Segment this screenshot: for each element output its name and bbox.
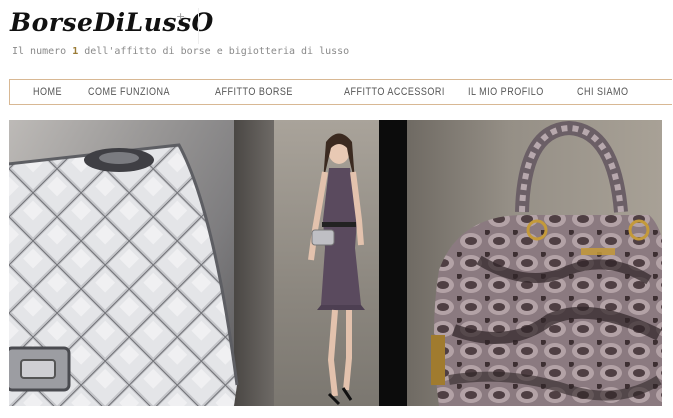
hero-artwork <box>9 120 662 406</box>
hero-banner[interactable] <box>9 120 662 406</box>
sparkle-icon: + <box>176 10 186 23</box>
nav-il-mio-profilo[interactable]: IL MIO PROFILO <box>468 80 544 104</box>
site-header: BorseDiLussO + Il numero 1 dell'affitto … <box>0 0 673 76</box>
runway-model-image <box>308 133 365 406</box>
nav-affitto-borse[interactable]: AFFITTO BORSE <box>215 80 293 104</box>
site-tagline: Il numero 1 dell'affitto di borse e bigi… <box>12 46 349 57</box>
nav-affitto-accessori[interactable]: AFFITTO ACCESSORI <box>344 80 445 104</box>
nav-home[interactable]: HOME <box>33 80 62 104</box>
nav-come-funziona[interactable]: COME FUNZIONA <box>88 80 170 104</box>
main-nav: HOME COME FUNZIONA AFFITTO BORSE AFFITTO… <box>9 79 672 105</box>
tagline-prefix: Il numero <box>12 46 73 57</box>
quilted-bag-image <box>9 143 239 406</box>
tagline-suffix: dell'affitto di borse e bigiotteria di l… <box>78 46 350 57</box>
python-bag-image <box>431 120 662 406</box>
nav-chi-siamo[interactable]: CHI SIAMO <box>577 80 629 104</box>
header-divider <box>198 8 199 44</box>
